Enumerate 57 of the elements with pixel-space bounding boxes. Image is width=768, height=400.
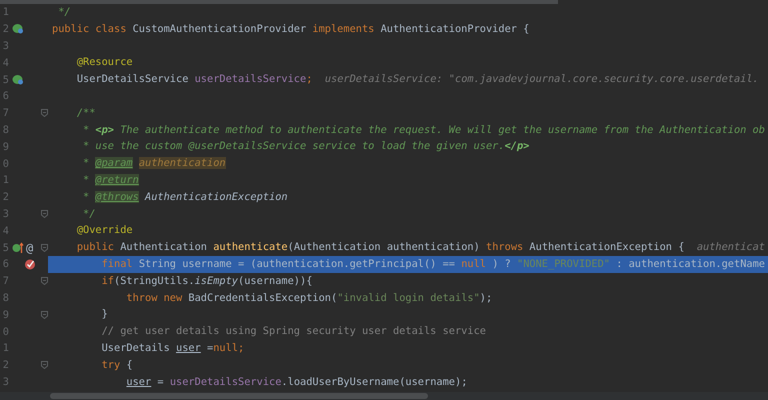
scrollbar[interactable] bbox=[0, 0, 558, 4]
code-line: if(StringUtils.isEmpty(username)){ bbox=[100, 274, 314, 289]
code-line: */ bbox=[82, 206, 96, 222]
bean-icon[interactable] bbox=[12, 23, 24, 36]
code-line: @Override bbox=[76, 223, 134, 238]
code-line: /** bbox=[76, 106, 96, 121]
code-line: */ bbox=[57, 5, 72, 20]
code-line: * use the custom @userDetailsService service to load the given user.</p> bbox=[82, 139, 530, 154]
code-line: } bbox=[100, 307, 109, 322]
code-line: try { bbox=[100, 358, 134, 373]
breakpoint-icon[interactable] bbox=[24, 258, 36, 270]
fold-icon[interactable] bbox=[41, 277, 48, 286]
override-icon[interactable] bbox=[12, 242, 24, 254]
line-number: 5 bbox=[2, 242, 9, 254]
line-number: 8 bbox=[2, 292, 9, 304]
line-number: 7 bbox=[2, 107, 9, 120]
line-number: 2 bbox=[2, 359, 9, 372]
fold-icon[interactable] bbox=[41, 244, 48, 252]
code-line: * <p> The authenticate method to authenticate the request. We will get the username from the Authentication ob bbox=[82, 122, 766, 138]
line-number: 1 bbox=[2, 342, 9, 354]
line-number: 9 bbox=[2, 308, 9, 321]
line-number: 6 bbox=[2, 90, 9, 102]
line-number: 8 bbox=[2, 124, 9, 136]
line-number: 7 bbox=[2, 275, 9, 288]
code-line: * @throws AuthenticationException bbox=[82, 190, 289, 205]
code-line: UserDetailsService userDetailsService; userDetailsService: "com.javadevjournal.core.security.core.userdetail. bbox=[76, 72, 760, 88]
fold-icon[interactable] bbox=[41, 109, 48, 118]
code-line: public class CustomAuthenticationProvider implements AuthenticationProvider { bbox=[51, 22, 530, 37]
code-line: UserDetails user =null; bbox=[100, 340, 246, 356]
annotation-marker[interactable]: @ bbox=[26, 240, 34, 255]
line-number: 3 bbox=[2, 208, 9, 220]
line-number: 6 bbox=[2, 258, 9, 270]
horizontal-scrollbar[interactable] bbox=[0, 392, 768, 400]
line-number: 2 bbox=[2, 23, 9, 36]
code-line: * @param authentication bbox=[82, 156, 227, 172]
line-number: 9 bbox=[2, 140, 9, 153]
line-number: 4 bbox=[2, 224, 9, 237]
code-line: user = userDetailsService.loadUserByUsername(username); bbox=[125, 374, 468, 390]
code-line: // get user details using Spring security user details service bbox=[100, 324, 487, 340]
code-line: @Resource bbox=[76, 55, 134, 70]
line-number: 1 bbox=[2, 174, 9, 186]
line-number: 3 bbox=[2, 40, 9, 52]
fold-icon[interactable] bbox=[41, 310, 48, 319]
fold-icon[interactable] bbox=[41, 210, 48, 218]
line-number: 3 bbox=[2, 376, 9, 388]
line-number: 0 bbox=[2, 158, 9, 170]
line-number: 4 bbox=[2, 56, 9, 69]
fold-icon[interactable] bbox=[41, 361, 48, 370]
line-number: 0 bbox=[2, 326, 9, 338]
line-number: 5 bbox=[2, 74, 9, 86]
code-line: public Authentication authenticate(Authentication authentication) throws AuthenticationException { authenticat bbox=[76, 240, 766, 256]
bean-icon[interactable] bbox=[12, 74, 24, 86]
code-line: throw new BadCredentialsException("invalid login details"); bbox=[125, 290, 494, 306]
scrollbar-thumb[interactable] bbox=[50, 393, 428, 399]
line-number: 1 bbox=[2, 6, 9, 18]
code-line: * @return bbox=[82, 172, 140, 188]
line-number: 2 bbox=[2, 191, 9, 204]
